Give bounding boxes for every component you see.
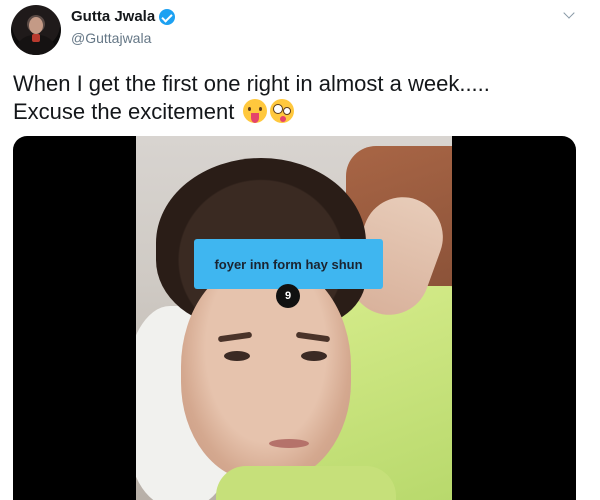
display-name-text: Gutta Jwala: [71, 8, 156, 25]
tweet-text-line-2-words: Excuse the excitement: [13, 99, 235, 124]
filter-caption: foyer inn form hay shun: [194, 239, 383, 289]
profile-avatar[interactable]: [11, 5, 61, 55]
video-frame[interactable]: [136, 136, 452, 500]
tweet-card: Gutta Jwala @Guttajwala When I get the f…: [0, 0, 600, 500]
face-with-tongue-emoji-icon: [243, 99, 268, 123]
verified-badge-icon: [159, 8, 176, 25]
filter-counter-badge: 9: [276, 284, 300, 308]
tweet-text-line-2: Excuse the excitement: [13, 98, 583, 126]
avatar-collar: [32, 34, 40, 42]
tweet-text: When I get the first one right in almost…: [13, 70, 583, 126]
avatar-face: [29, 17, 43, 34]
person-left-eye: [224, 351, 250, 361]
user-handle[interactable]: @Guttajwala: [71, 30, 151, 46]
person-right-eye: [301, 351, 327, 361]
person-mouth: [269, 439, 309, 448]
chevron-down-icon[interactable]: [562, 8, 576, 22]
tweet-text-line-1: When I get the first one right in almost…: [13, 71, 490, 96]
person-face: [181, 261, 351, 481]
video-player[interactable]: foyer inn form hay shun 9: [13, 136, 576, 500]
display-name[interactable]: Gutta Jwala: [71, 8, 176, 25]
zany-face-emoji-icon: [270, 99, 295, 123]
person-shirt-lower: [216, 466, 396, 500]
